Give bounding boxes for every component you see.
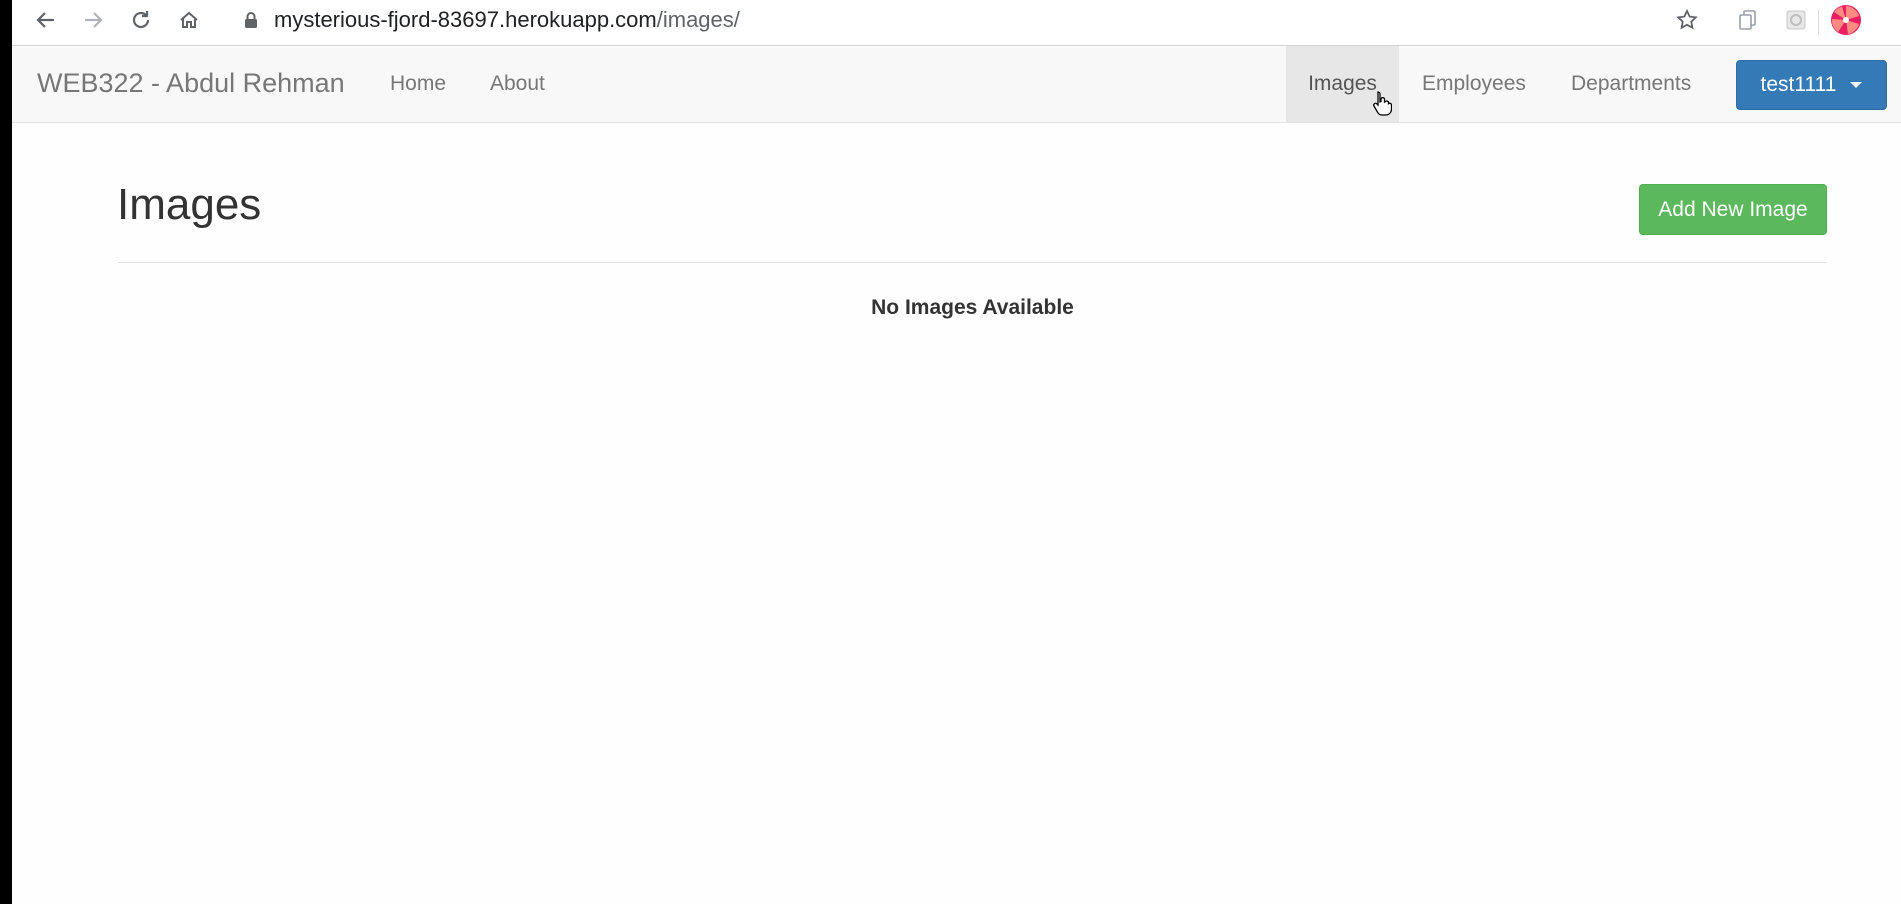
extension-icon[interactable] xyxy=(1732,4,1764,36)
back-icon[interactable] xyxy=(30,4,62,36)
site-navbar: WEB322 - Abdul Rehman Home About Images … xyxy=(12,46,1901,123)
hand-cursor-icon xyxy=(1373,91,1392,116)
nav-departments[interactable]: Departments xyxy=(1571,46,1691,122)
lock-icon xyxy=(245,12,257,28)
empty-state-message: No Images Available xyxy=(871,296,1074,319)
caret-down-icon xyxy=(1850,82,1863,88)
nav-home[interactable]: Home xyxy=(390,46,446,122)
forward-icon[interactable] xyxy=(77,4,109,36)
browser-viewport: mysterious-fjord-83697.herokuapp.com/ima… xyxy=(12,0,1901,904)
nav-employees[interactable]: Employees xyxy=(1422,46,1526,122)
profile-avatar[interactable] xyxy=(1830,4,1862,36)
add-new-image-button[interactable]: Add New Image xyxy=(1639,184,1827,235)
browser-toolbar: mysterious-fjord-83697.herokuapp.com/ima… xyxy=(12,0,1901,46)
url-path: /images/ xyxy=(656,7,740,32)
url-host: mysterious-fjord-83697.herokuapp.com xyxy=(274,7,657,32)
user-menu-label: test1111 xyxy=(1760,73,1837,96)
nav-about[interactable]: About xyxy=(490,46,545,122)
page-title: Images xyxy=(117,180,262,229)
address-bar[interactable]: mysterious-fjord-83697.herokuapp.com/ima… xyxy=(274,7,740,33)
navbar-brand[interactable]: WEB322 - Abdul Rehman xyxy=(37,68,345,99)
extension-icon[interactable] xyxy=(1780,4,1812,36)
reload-icon[interactable] xyxy=(125,4,157,36)
star-icon[interactable] xyxy=(1671,4,1703,36)
user-menu-button[interactable]: test1111 xyxy=(1736,60,1887,110)
home-icon[interactable] xyxy=(173,4,205,36)
header-divider xyxy=(118,262,1827,263)
toolbar-separator xyxy=(1818,10,1819,34)
